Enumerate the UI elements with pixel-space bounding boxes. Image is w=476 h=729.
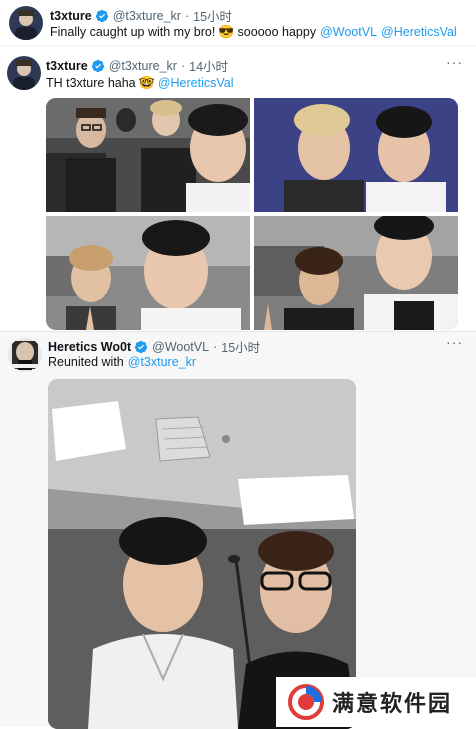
- separator: ·: [180, 58, 186, 73]
- text-prefix: Reunited with: [48, 355, 124, 369]
- author-name[interactable]: Heretics Wo0t: [48, 340, 131, 354]
- photo-two-selfie[interactable]: [254, 98, 458, 212]
- separator: ·: [213, 339, 218, 354]
- text-prefix: TH t3xture haha: [46, 76, 136, 90]
- text-middle: sooooo happy: [237, 25, 317, 39]
- photo-group-selfie[interactable]: [46, 98, 250, 212]
- mention-link[interactable]: @WootVL: [320, 25, 377, 39]
- mention-link[interactable]: @HereticsVal: [381, 25, 457, 39]
- tweet-text: Finally caught up with my bro! 😎 sooooo …: [50, 24, 457, 40]
- avatar[interactable]: [8, 338, 42, 372]
- author-name[interactable]: t3xture: [50, 9, 92, 23]
- timestamp[interactable]: 15小时: [221, 337, 260, 356]
- verified-badge-icon: [91, 59, 104, 72]
- photo-grid: [46, 98, 458, 330]
- avatar[interactable]: [9, 6, 43, 40]
- verified-badge-icon: [135, 340, 148, 353]
- separator: ·: [184, 8, 190, 23]
- sunglasses-emoji-icon: 😎: [218, 24, 235, 39]
- avatar[interactable]: [7, 56, 41, 90]
- author-handle[interactable]: @t3xture_kr: [109, 59, 177, 73]
- tweet-text: TH t3xture haha 🤓 @HereticsVal: [46, 75, 234, 91]
- watermark-text: 满意软件园: [332, 692, 453, 717]
- author-handle[interactable]: @t3xture_kr: [113, 9, 181, 23]
- timestamp[interactable]: 14小时: [189, 56, 228, 75]
- photo-v-sign-selfie[interactable]: [46, 216, 250, 330]
- timestamp[interactable]: 15小时: [193, 6, 232, 25]
- tweet-3[interactable]: Heretics Wo0t @WootVL · 15小时 ··· Reunite…: [0, 332, 476, 729]
- mention-link[interactable]: @t3xture_kr: [128, 355, 196, 369]
- tweet-1[interactable]: t3xture @t3xture_kr · 15小时 Finally caugh…: [0, 0, 476, 46]
- more-options-icon[interactable]: ···: [446, 54, 463, 70]
- author-handle[interactable]: @WootVL: [152, 340, 209, 354]
- tweet-text: Reunited with @t3xture_kr: [48, 355, 196, 369]
- tweet-2[interactable]: t3xture @t3xture_kr · 14小时 ··· TH t3xtur…: [0, 50, 476, 332]
- more-options-icon[interactable]: ···: [446, 334, 463, 350]
- site-logo-icon: [288, 684, 324, 720]
- photo-curly-hair-selfie[interactable]: [254, 216, 458, 330]
- watermark: 满意软件园: [276, 677, 476, 727]
- nerd-face-emoji-icon: 🤓: [138, 75, 155, 90]
- verified-badge-icon: [95, 9, 108, 22]
- mention-link[interactable]: @HereticsVal: [158, 76, 234, 90]
- author-name[interactable]: t3xture: [46, 59, 88, 73]
- text-prefix: Finally caught up with my bro!: [50, 25, 216, 39]
